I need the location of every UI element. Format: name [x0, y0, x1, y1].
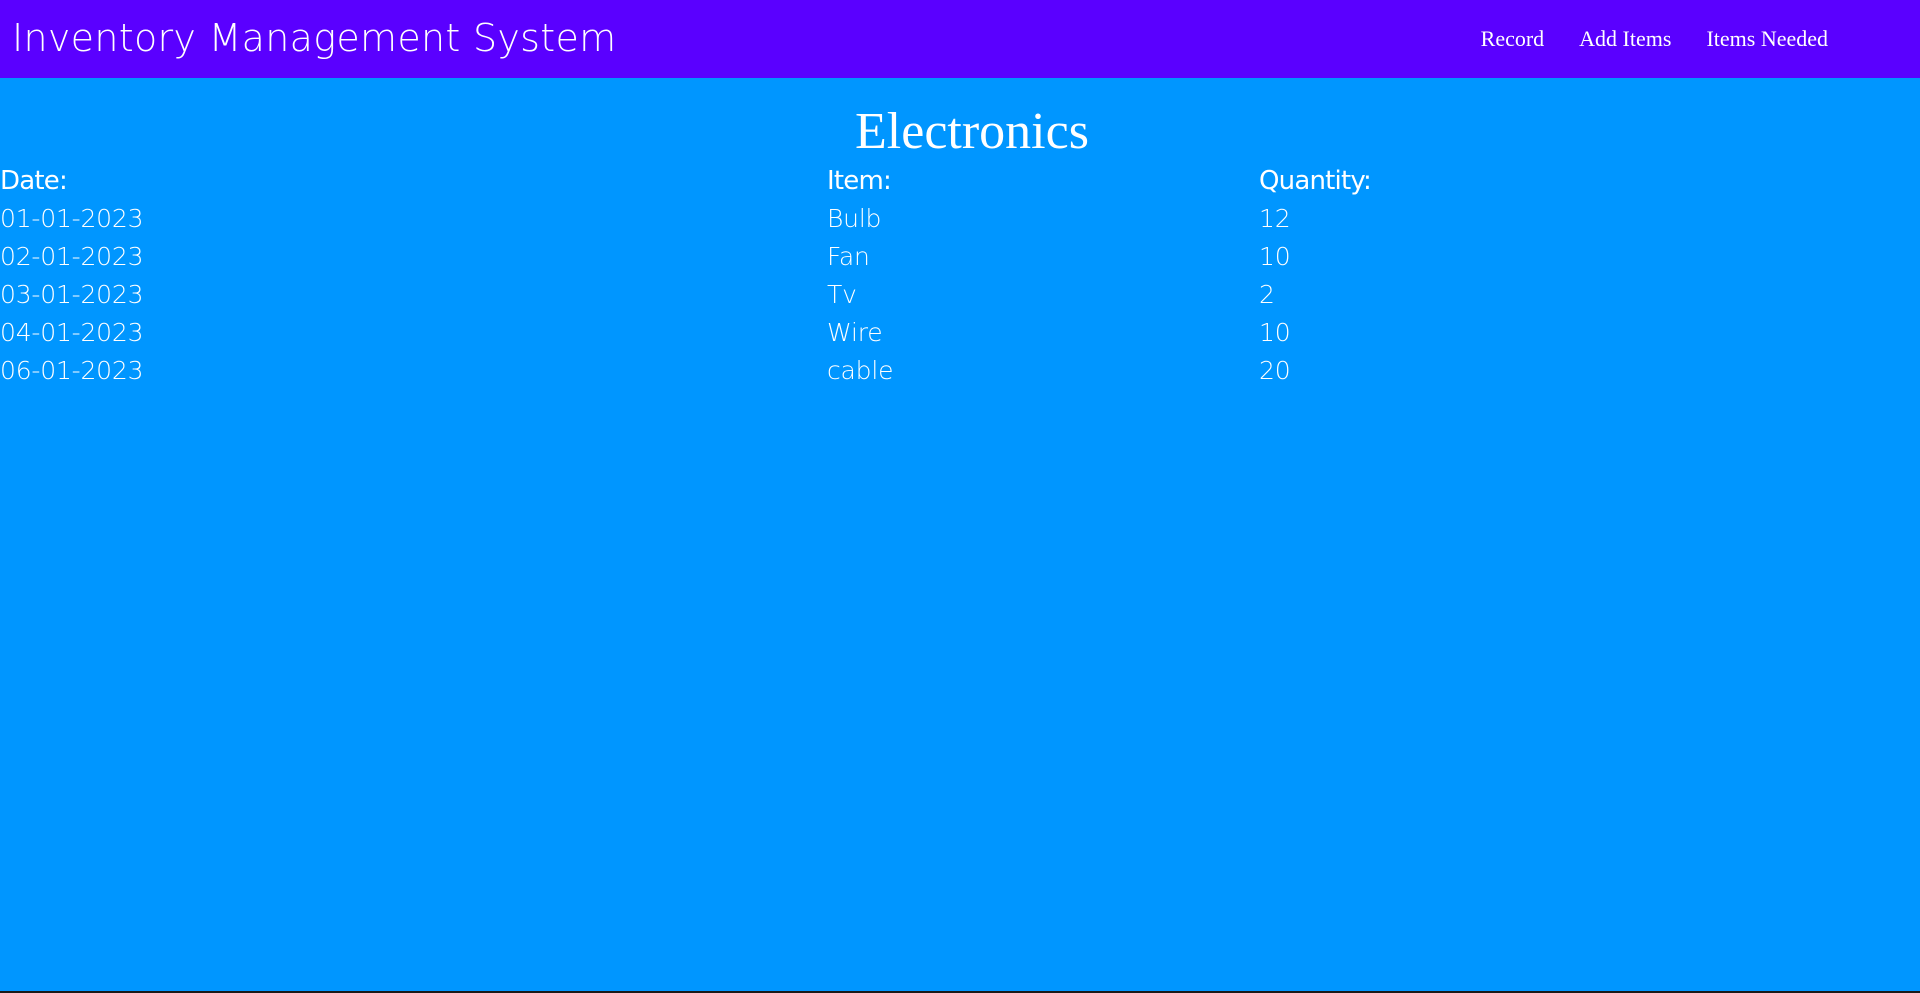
- table-row: 04-01-2023 Wire 10: [0, 314, 1920, 352]
- inventory-table: Date: Item: Quantity: 01-01-2023 Bulb 12…: [0, 162, 1920, 390]
- nav-link-record[interactable]: Record: [1481, 22, 1545, 56]
- main-nav: Record Add Items Items Needed: [1481, 22, 1828, 56]
- item-cell: cable: [827, 356, 894, 385]
- section-title: Electronics: [855, 103, 1089, 160]
- table-header-row: Date: Item: Quantity:: [0, 162, 1920, 200]
- table-row: 01-01-2023 Bulb 12: [0, 200, 1920, 238]
- quantity-cell: 10: [1259, 242, 1291, 271]
- main-content: Electronics Date: Item: Quantity: 01-01-…: [0, 78, 1920, 991]
- date-cell: 02-01-2023: [0, 242, 144, 271]
- item-cell: Bulb: [827, 204, 882, 233]
- date-cell: 01-01-2023: [0, 204, 144, 233]
- quantity-cell: 20: [1259, 356, 1291, 385]
- column-header-quantity: Quantity:: [1259, 166, 1372, 196]
- app-title: Inventory Management System: [12, 16, 617, 60]
- date-cell: 04-01-2023: [0, 318, 144, 347]
- item-cell: Tv: [827, 280, 857, 309]
- quantity-cell: 10: [1259, 318, 1291, 347]
- table-row: 06-01-2023 cable 20: [0, 352, 1920, 390]
- table-row: 02-01-2023 Fan 10: [0, 238, 1920, 276]
- column-header-date: Date:: [0, 166, 68, 196]
- quantity-cell: 2: [1259, 280, 1275, 309]
- quantity-cell: 12: [1259, 204, 1291, 233]
- item-cell: Fan: [827, 242, 870, 271]
- column-header-item: Item:: [827, 166, 892, 196]
- nav-link-add-items[interactable]: Add Items: [1579, 22, 1671, 56]
- table-row: 03-01-2023 Tv 2: [0, 276, 1920, 314]
- date-cell: 03-01-2023: [0, 280, 144, 309]
- top-navbar: Inventory Management System Record Add I…: [0, 0, 1920, 78]
- item-cell: Wire: [827, 318, 883, 347]
- date-cell: 06-01-2023: [0, 356, 144, 385]
- nav-link-items-needed[interactable]: Items Needed: [1706, 22, 1828, 56]
